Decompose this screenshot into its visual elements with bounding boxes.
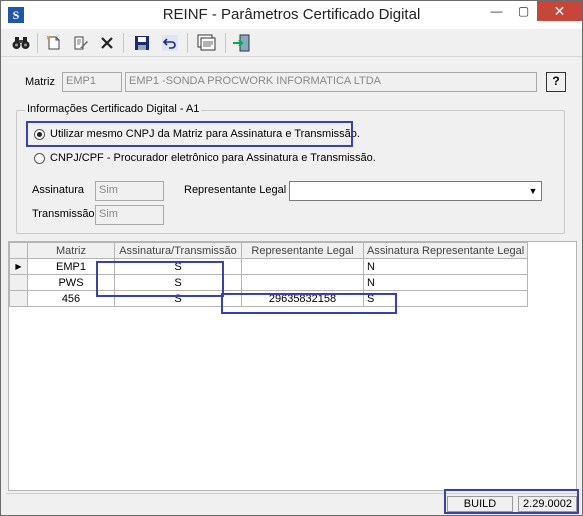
help-button[interactable]: ?: [546, 72, 566, 92]
procurador-radio[interactable]: [34, 153, 45, 164]
cert-group-title: Informações Certificado Digital - A1: [25, 103, 202, 115]
grid-header-row: Matriz Assinatura/Transmissão Representa…: [9, 242, 529, 259]
current-row-indicator-icon: ▶: [9, 258, 28, 275]
exit-icon[interactable]: [231, 33, 251, 53]
table-row[interactable]: PWS S N: [9, 274, 529, 291]
delete-icon[interactable]: [97, 33, 117, 53]
edit-icon[interactable]: [71, 33, 91, 53]
col-header-representante[interactable]: Representante Legal: [241, 242, 364, 259]
main-window: S REINF - Parâmetros Certificado Digital…: [0, 0, 583, 516]
toolbar-separator: [187, 33, 188, 53]
table-row[interactable]: ▶ EMP1 S N: [9, 258, 529, 275]
cell-assinatura-rep[interactable]: N: [362, 258, 529, 275]
toolbar-separator: [123, 33, 124, 53]
transmissao-label: Transmissão: [32, 208, 95, 220]
new-icon[interactable]: [44, 33, 64, 53]
toolbar-separator: [37, 33, 38, 53]
cell-assinatura-rep[interactable]: N: [362, 274, 529, 291]
title-bar: S REINF - Parâmetros Certificado Digital…: [1, 1, 582, 29]
procurador-label[interactable]: CNPJ/CPF - Procurador eletrônico para As…: [50, 152, 376, 164]
row-indicator: [9, 290, 28, 307]
col-header-assinatura-rep[interactable]: Assinatura Representante Legal: [362, 242, 529, 259]
matriz-name-field: EMP1 -SONDA PROCWORK INFORMATICA LTDA: [125, 72, 537, 92]
assinatura-label: Assinatura: [32, 184, 84, 196]
assinatura-field: Sim: [95, 181, 164, 201]
minimize-button[interactable]: —: [483, 1, 510, 21]
highlight-option1: [26, 121, 353, 147]
binoculars-icon[interactable]: [11, 33, 31, 53]
transmissao-field: Sim: [95, 205, 164, 225]
cell-representante[interactable]: [241, 258, 364, 275]
representante-label: Representante Legal: [184, 184, 287, 196]
maximize-button[interactable]: ▢: [510, 1, 537, 21]
cell-representante[interactable]: [241, 274, 364, 291]
highlight-representante-row: [221, 293, 397, 314]
toolbar-separator: [225, 33, 226, 53]
col-header-assinatura[interactable]: Assinatura/Transmissão: [114, 242, 242, 259]
row-indicator: [9, 274, 28, 291]
grid-corner: [9, 242, 28, 259]
close-button[interactable]: ✕: [537, 1, 582, 21]
save-icon[interactable]: [132, 33, 152, 53]
col-header-matriz[interactable]: Matriz: [27, 242, 115, 259]
undo-icon[interactable]: [160, 33, 180, 53]
representante-select[interactable]: ▼: [289, 181, 542, 201]
chevron-down-icon[interactable]: ▼: [524, 182, 541, 200]
matriz-code-field[interactable]: EMP1: [62, 72, 122, 92]
highlight-assinatura-cells: [96, 261, 224, 297]
report-icon[interactable]: [196, 33, 218, 53]
toolbar: [1, 29, 582, 57]
matriz-label: Matriz: [25, 76, 55, 88]
highlight-build: [444, 489, 579, 514]
data-grid: Matriz Assinatura/Transmissão Representa…: [8, 241, 577, 491]
